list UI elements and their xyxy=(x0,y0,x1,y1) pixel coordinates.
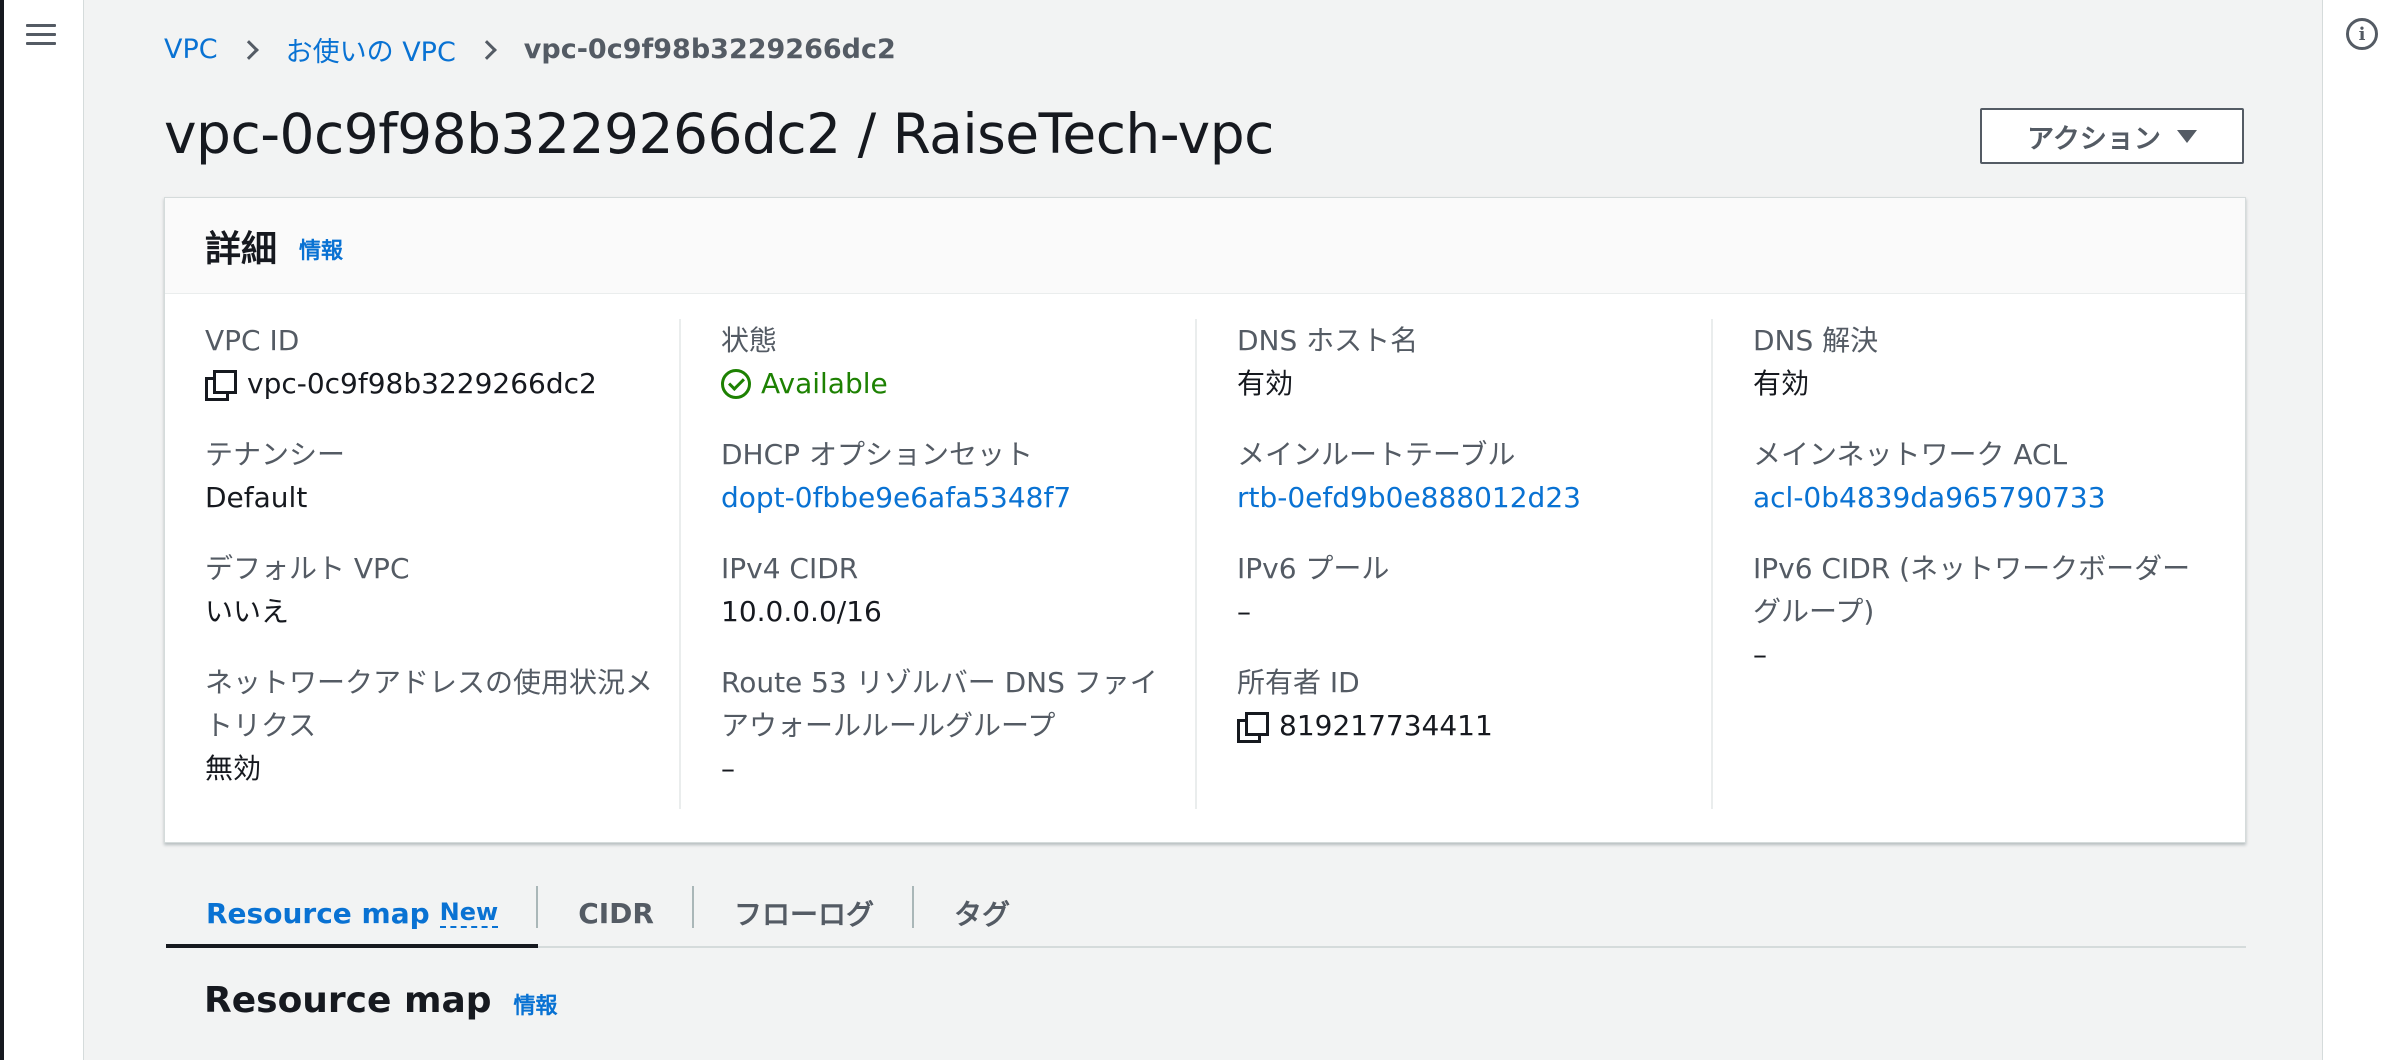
tab-flow-logs[interactable]: フローログ xyxy=(694,880,914,946)
new-badge: New xyxy=(439,898,499,928)
details-title: 詳細 xyxy=(205,228,278,270)
vpc-id-value: vpc-0c9f98b3229266dc2 xyxy=(247,367,597,400)
field-label: 所有者 ID xyxy=(1237,666,1360,699)
details-column: DNS 解決 有効 メインネットワーク ACL acl-0b4839da9657… xyxy=(1713,319,2229,809)
field-dns-hostnames: DNS ホスト名 有効 xyxy=(1237,319,1685,406)
details-columns: VPC ID vpc-0c9f98b3229266dc2 テナンシー Defau… xyxy=(165,319,2245,809)
field-label: Route 53 リゾルバー DNS ファイアウォールルールグループ xyxy=(721,666,1158,742)
field-label: IPv6 プール xyxy=(1237,552,1390,585)
details-panel: 詳細 情報 VPC ID vpc-0c9f98b3229266dc2 テナンシー… xyxy=(164,197,2246,843)
field-ipv6-pool: IPv6 プール – xyxy=(1237,547,1685,634)
field-tenancy: テナンシー Default xyxy=(205,433,653,520)
field-label: DHCP オプションセット xyxy=(721,438,1033,471)
field-value: 無効 xyxy=(205,752,262,785)
chevron-right-icon xyxy=(238,39,259,60)
details-column: DNS ホスト名 有効 メインルートテーブル rtb-0efd9b0e88801… xyxy=(1197,319,1713,809)
field-value: 819217734411 xyxy=(1237,704,1685,748)
owner-id-value: 819217734411 xyxy=(1279,709,1493,742)
dhcp-options-link[interactable]: dopt-0fbbe9e6afa5348f7 xyxy=(721,476,1169,520)
field-ipv4-cidr: IPv4 CIDR 10.0.0.0/16 xyxy=(721,547,1169,634)
field-dhcp-options: DHCP オプションセット dopt-0fbbe9e6afa5348f7 xyxy=(721,433,1169,520)
page-title: vpc-0c9f98b3229266dc2 / RaiseTech-vpc xyxy=(164,102,1274,166)
field-label: IPv4 CIDR xyxy=(721,552,859,585)
field-dns-resolution: DNS 解決 有効 xyxy=(1753,319,2203,406)
menu-line xyxy=(26,41,56,45)
tab-label: CIDR xyxy=(578,896,654,930)
chevron-right-icon xyxy=(476,39,497,60)
details-info-link[interactable]: 情報 xyxy=(299,233,343,265)
info-icon[interactable]: i xyxy=(2346,18,2378,50)
field-value: – xyxy=(1237,595,1251,628)
field-value: – xyxy=(1753,638,1767,671)
actions-dropdown-button[interactable]: アクション xyxy=(1980,108,2244,164)
tools-rail: i xyxy=(2322,0,2400,1060)
field-label: デフォルト VPC xyxy=(205,552,410,585)
field-label: DNS ホスト名 xyxy=(1237,324,1419,357)
field-value: 有効 xyxy=(1237,367,1294,400)
caret-down-icon xyxy=(2176,129,2197,143)
field-owner-id: 所有者 ID 819217734411 xyxy=(1237,661,1685,748)
field-label: VPC ID xyxy=(205,324,300,357)
tab-label: タグ xyxy=(954,898,1011,931)
breadcrumb-link-vpc[interactable]: VPC xyxy=(164,34,218,65)
field-value: Available xyxy=(721,362,1169,406)
main-route-table-link[interactable]: rtb-0efd9b0e888012d23 xyxy=(1237,476,1685,520)
resource-map-header: Resource map 情報 xyxy=(204,980,558,1021)
field-label: 状態 xyxy=(721,324,778,357)
field-value: – xyxy=(721,752,735,785)
section-title: Resource map xyxy=(204,980,492,1021)
main-network-acl-link[interactable]: acl-0b4839da965790733 xyxy=(1753,476,2203,520)
details-column: VPC ID vpc-0c9f98b3229266dc2 テナンシー Defau… xyxy=(165,319,681,809)
status-value: Available xyxy=(761,367,888,400)
tab-cidr[interactable]: CIDR xyxy=(538,880,694,946)
field-default-vpc: デフォルト VPC いいえ xyxy=(205,547,653,634)
field-label: メインネットワーク ACL xyxy=(1753,438,2068,471)
field-label: メインルートテーブル xyxy=(1237,438,1516,471)
tab-label: Resource map xyxy=(206,896,430,930)
field-route53-firewall: Route 53 リゾルバー DNS ファイアウォールルールグループ – xyxy=(721,661,1169,791)
field-label: DNS 解決 xyxy=(1753,324,1879,357)
field-main-network-acl: メインネットワーク ACL acl-0b4839da965790733 xyxy=(1753,433,2203,520)
field-value: 有効 xyxy=(1753,367,1810,400)
field-vpc-id: VPC ID vpc-0c9f98b3229266dc2 xyxy=(205,319,653,406)
actions-label: アクション xyxy=(2027,123,2161,154)
field-label: ネットワークアドレスの使用状況メトリクス xyxy=(205,666,654,742)
tab-tags[interactable]: タグ xyxy=(914,880,1050,946)
field-main-route-table: メインルートテーブル rtb-0efd9b0e888012d23 xyxy=(1237,433,1685,520)
copy-icon[interactable] xyxy=(205,370,237,401)
field-value: いいえ xyxy=(205,595,290,628)
tab-bar: Resource map New CIDR フローログ タグ xyxy=(166,880,2246,948)
field-network-address-metrics: ネットワークアドレスの使用状況メトリクス 無効 xyxy=(205,661,653,791)
field-label: IPv6 CIDR (ネットワークボーダーグループ) xyxy=(1753,552,2191,628)
copy-icon[interactable] xyxy=(1237,712,1269,743)
breadcrumb-link-your-vpcs[interactable]: お使いの VPC xyxy=(286,30,456,69)
tab-label: フローログ xyxy=(733,898,874,931)
field-value: vpc-0c9f98b3229266dc2 xyxy=(205,362,653,406)
breadcrumb-current: vpc-0c9f98b3229266dc2 xyxy=(523,34,896,65)
details-header: 詳細 情報 xyxy=(165,198,2245,294)
check-circle-icon xyxy=(721,369,751,399)
hamburger-menu-icon[interactable] xyxy=(26,16,66,52)
resource-map-info-link[interactable]: 情報 xyxy=(514,988,558,1020)
details-column: 状態 Available DHCP オプションセット dopt-0fbbe9e6… xyxy=(681,319,1197,809)
tab-resource-map[interactable]: Resource map New xyxy=(166,880,539,948)
breadcrumb: VPC お使いの VPC vpc-0c9f98b3229266dc2 xyxy=(164,30,896,69)
field-label: テナンシー xyxy=(205,438,346,471)
field-ipv6-cidr: IPv6 CIDR (ネットワークボーダーグループ) – xyxy=(1753,547,2203,677)
navigation-rail xyxy=(4,0,84,1060)
menu-line xyxy=(26,23,56,27)
field-value: 10.0.0.0/16 xyxy=(721,595,882,628)
menu-line xyxy=(26,32,56,36)
field-state: 状態 Available xyxy=(721,319,1169,406)
field-value: Default xyxy=(205,481,308,514)
